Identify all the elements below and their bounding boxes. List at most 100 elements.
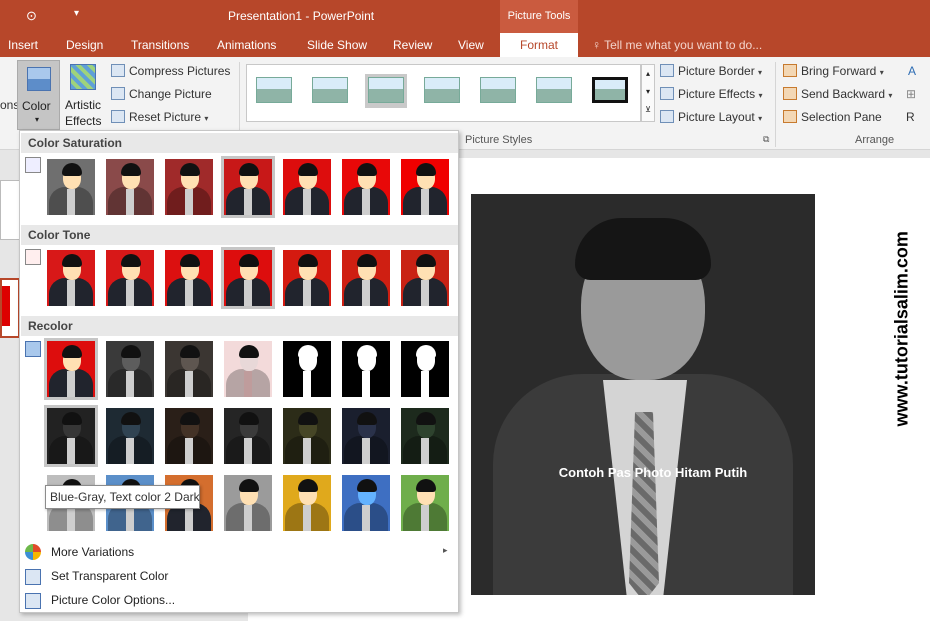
tone-option-3[interactable] — [162, 247, 216, 309]
recolor-row1-thumbnail — [106, 341, 154, 397]
reset-picture-button[interactable]: Reset Picture ▾ — [111, 110, 208, 124]
watermark-text[interactable]: www.tutorialsalim.com — [892, 231, 913, 426]
artistic-effects-button[interactable]: Artistic Effects — [62, 62, 104, 132]
chevron-down-icon: ▾ — [758, 91, 763, 100]
scroll-up-icon[interactable]: ▴ — [642, 65, 654, 83]
recolor-row2-thumbnail — [165, 408, 213, 464]
set-transparent-color-item[interactable]: Set Transparent Color — [51, 569, 168, 583]
saturation-thumbnail — [342, 159, 390, 215]
picture-style-3[interactable] — [365, 74, 407, 108]
change-picture-button[interactable]: Change Picture — [111, 87, 212, 101]
recolor-row1-option-1[interactable] — [44, 338, 98, 400]
recolor-row1-thumbnail — [47, 341, 95, 397]
slide-thumbnail[interactable] — [0, 180, 20, 240]
bring-forward-button[interactable]: Bring Forward ▾ — [783, 64, 884, 78]
slide-photo[interactable] — [471, 194, 815, 595]
saturation-option-2[interactable] — [103, 156, 157, 218]
saturation-thumbnail — [401, 159, 449, 215]
recolor-row1-thumbnail — [224, 341, 272, 397]
bring-forward-icon — [783, 64, 797, 77]
tone-thumbnail — [401, 250, 449, 306]
picture-style-6[interactable] — [533, 74, 575, 108]
group-icon[interactable]: ⊞ — [906, 87, 916, 101]
selection-pane-button[interactable]: Selection Pane — [783, 110, 882, 124]
picture-border-button[interactable]: Picture Border ▾ — [660, 64, 762, 78]
picture-effects-button[interactable]: Picture Effects ▾ — [660, 87, 763, 101]
gallery-more-icon[interactable]: ⊻ — [642, 101, 654, 119]
dialog-launcher-icon[interactable]: ⧉ — [763, 134, 769, 145]
recolor-row1-option-4[interactable] — [221, 338, 275, 400]
tone-option-5[interactable] — [280, 247, 334, 309]
tone-option-4[interactable] — [221, 247, 275, 309]
chevron-down-icon: ▾ — [35, 115, 40, 124]
recolor-row1-option-7[interactable] — [398, 338, 452, 400]
recolor-row2-option-2[interactable] — [103, 405, 157, 467]
picture-style-7[interactable] — [589, 74, 631, 108]
recolor-row2-option-1[interactable] — [44, 405, 98, 467]
recolor-row2-option-6[interactable] — [339, 405, 393, 467]
compress-pictures-button[interactable]: Compress Pictures — [111, 64, 230, 78]
saturation-thumbnail — [224, 159, 272, 215]
recolor-row1-option-2[interactable] — [103, 338, 157, 400]
tell-me-search[interactable]: ♀ Tell me what you want to do... — [592, 38, 762, 52]
send-backward-button[interactable]: Send Backward ▾ — [783, 87, 892, 101]
recolor-row1-option-6[interactable] — [339, 338, 393, 400]
saturation-option-7[interactable] — [398, 156, 452, 218]
align-icon[interactable]: A — [908, 64, 916, 78]
color-button[interactable]: Color ▾ — [17, 60, 60, 130]
picture-style-1[interactable] — [253, 74, 295, 108]
picture-styles-gallery — [246, 64, 641, 122]
recolor-row2-option-5[interactable] — [280, 405, 334, 467]
scroll-down-icon[interactable]: ▾ — [642, 83, 654, 101]
picture-styles-group-label: Picture Styles — [465, 134, 533, 146]
recolor-row2-thumbnail — [401, 408, 449, 464]
tab-view[interactable]: View — [458, 38, 484, 52]
tone-option-2[interactable] — [103, 247, 157, 309]
tone-thumbnail — [342, 250, 390, 306]
gallery-scroll[interactable]: ▴ ▾ ⊻ — [641, 64, 655, 122]
recolor-row1-option-5[interactable] — [280, 338, 334, 400]
picture-style-5[interactable] — [477, 74, 519, 108]
saturation-option-5[interactable] — [280, 156, 334, 218]
recolor-row2-option-3[interactable] — [162, 405, 216, 467]
tab-design[interactable]: Design — [66, 38, 103, 52]
tab-transitions[interactable]: Transitions — [131, 38, 189, 52]
recolor-row2-option-7[interactable] — [398, 405, 452, 467]
saturation-thumbnail — [47, 159, 95, 215]
tab-format[interactable]: Format — [500, 33, 578, 57]
picture-style-2[interactable] — [309, 74, 351, 108]
recolor-heading: Recolor — [21, 316, 458, 336]
tone-option-6[interactable] — [339, 247, 393, 309]
title-bar: ⊙ ▾ Presentation1 - PowerPoint — [0, 0, 930, 33]
photo-caption[interactable]: Contoh Pas Photo Hitam Putih — [471, 465, 835, 480]
saturation-option-3[interactable] — [162, 156, 216, 218]
more-variations-item[interactable]: More Variations — [51, 545, 134, 559]
customize-quick-access-icon[interactable]: ▾ — [74, 8, 79, 19]
recolor-row3-option-7[interactable] — [398, 472, 452, 534]
slide-thumbnail-selected[interactable] — [0, 278, 20, 338]
recolor-row2-option-4[interactable] — [221, 405, 275, 467]
picture-layout-button[interactable]: Picture Layout ▾ — [660, 110, 762, 124]
saturation-option-1[interactable] — [44, 156, 98, 218]
tab-animations[interactable]: Animations — [217, 38, 276, 52]
recolor-row3-option-4[interactable] — [221, 472, 275, 534]
tab-insert[interactable]: Insert — [8, 38, 38, 52]
recolor-row1-option-3[interactable] — [162, 338, 216, 400]
tab-review[interactable]: Review — [393, 38, 432, 52]
chevron-down-icon: ▾ — [204, 114, 209, 123]
picture-tools-context-tab: Picture Tools — [500, 0, 578, 33]
tone-option-7[interactable] — [398, 247, 452, 309]
recolor-row3-thumbnail — [224, 475, 272, 531]
rotate-icon[interactable]: R — [906, 110, 915, 124]
saturation-option-6[interactable] — [339, 156, 393, 218]
presenter-icon[interactable]: ⊙ — [26, 8, 37, 24]
picture-effects-icon — [660, 87, 674, 100]
recolor-row3-option-5[interactable] — [280, 472, 334, 534]
tab-slide-show[interactable]: Slide Show — [307, 38, 367, 52]
tone-option-1[interactable] — [44, 247, 98, 309]
picture-color-options-item[interactable]: Picture Color Options... — [51, 593, 175, 607]
saturation-option-4[interactable] — [221, 156, 275, 218]
recolor-row3-option-6[interactable] — [339, 472, 393, 534]
recolor-row1-thumbnail — [401, 341, 449, 397]
picture-style-4[interactable] — [421, 74, 463, 108]
